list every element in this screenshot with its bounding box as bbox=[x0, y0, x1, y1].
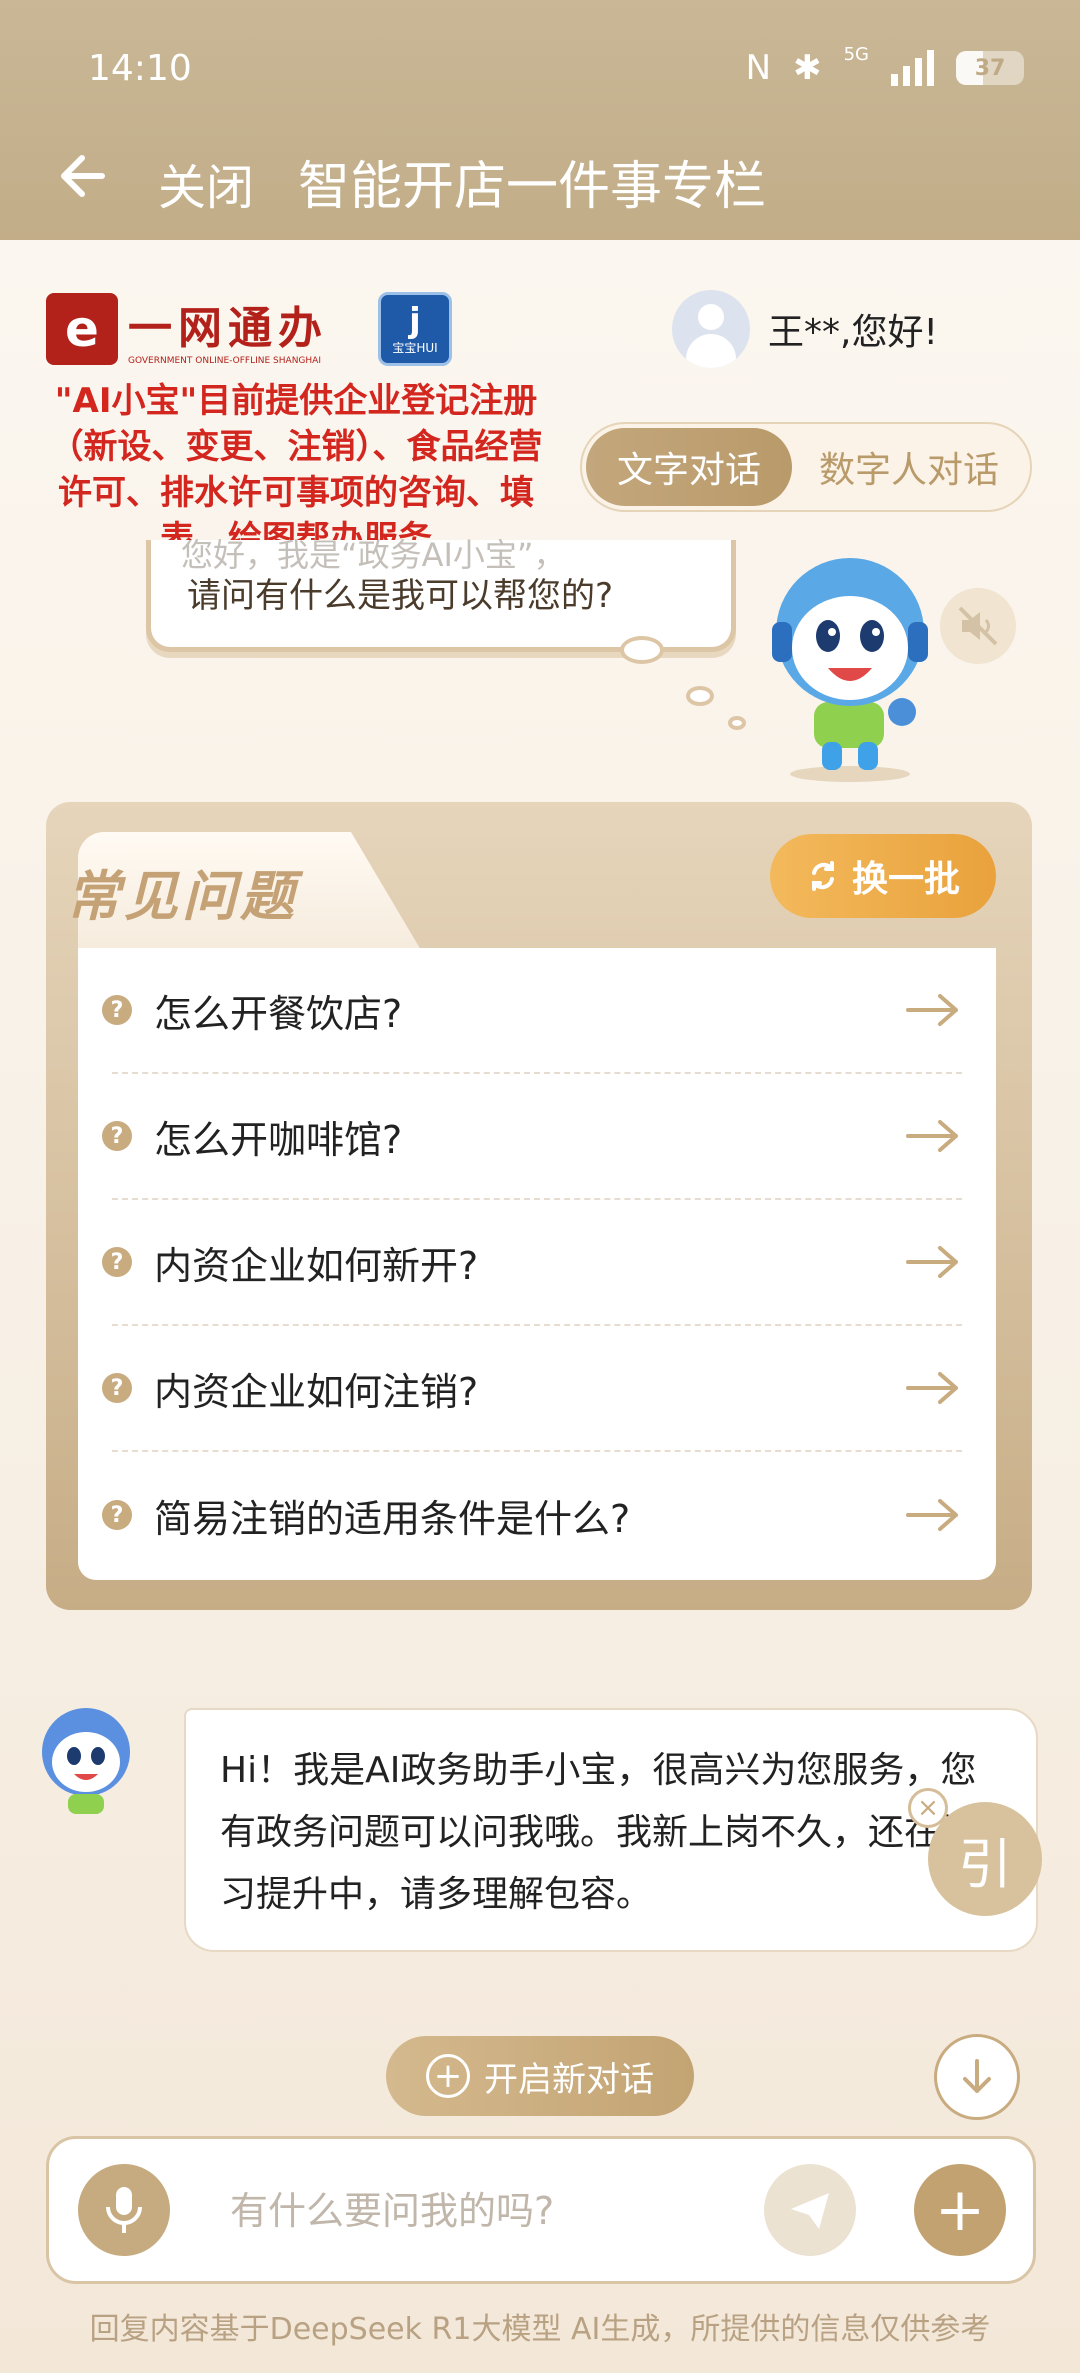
faq-title: 常见问题 bbox=[66, 865, 298, 928]
send-button[interactable] bbox=[764, 2164, 856, 2256]
battery-icon: 37 bbox=[956, 51, 1024, 85]
signal-icon bbox=[891, 50, 934, 86]
arrow-right-icon bbox=[906, 1120, 958, 1152]
network-type: 5G bbox=[843, 43, 869, 65]
faq-item-text: 简易注销的适用条件是什么? bbox=[154, 1496, 631, 1541]
faq-item[interactable]: ? 怎么开餐饮店? bbox=[102, 948, 962, 1074]
nav-bar: 关闭 智能开店一件事专栏 bbox=[0, 140, 1080, 220]
plus-circle-icon: + bbox=[426, 2054, 470, 2098]
arrow-right-icon bbox=[906, 1246, 958, 1278]
arrow-right-icon bbox=[906, 1499, 958, 1531]
send-icon bbox=[791, 2193, 829, 2229]
question-icon: ? bbox=[102, 1247, 132, 1277]
page-title: 智能开店一件事专栏 bbox=[298, 157, 767, 217]
mode-toggle: 文字对话 数字人对话 bbox=[580, 422, 1032, 512]
question-icon: ? bbox=[102, 1500, 132, 1530]
faq-item-text: 怎么开餐饮店? bbox=[154, 991, 403, 1036]
faq-item-text: 怎么开咖啡馆? bbox=[154, 1117, 403, 1162]
new-chat-button[interactable]: + 开启新对话 bbox=[386, 2036, 694, 2116]
back-arrow-icon[interactable] bbox=[56, 148, 112, 204]
faq-item[interactable]: ? 简易注销的适用条件是什么? bbox=[102, 1452, 962, 1578]
add-button[interactable]: + bbox=[914, 2164, 1006, 2256]
thought-dot bbox=[686, 686, 714, 706]
logo-row: e 一网通办 GOVERNMENT ONLINE-OFFLINE SHANGHA… bbox=[46, 292, 452, 366]
battery-level: 37 bbox=[974, 55, 1006, 81]
refresh-label: 换一批 bbox=[851, 859, 960, 900]
scroll-down-button[interactable] bbox=[934, 2034, 1020, 2120]
ywtb-logo-subtext: GOVERNMENT ONLINE-OFFLINE SHANGHAI bbox=[128, 356, 321, 366]
thought-dot bbox=[728, 716, 746, 730]
ywtb-logo: e 一网通办 GOVERNMENT ONLINE-OFFLINE SHANGHA… bbox=[46, 292, 328, 366]
digital-human-tab[interactable]: 数字人对话 bbox=[792, 428, 1026, 506]
arrow-right-icon bbox=[906, 1372, 958, 1404]
new-chat-label: 开启新对话 bbox=[484, 2059, 654, 2100]
ywtb-logo-text: 一网通办 bbox=[128, 303, 328, 354]
question-icon: ? bbox=[102, 1121, 132, 1151]
welcome-question: 请问有什么是我可以帮您的? bbox=[187, 576, 614, 616]
nfc-icon: N bbox=[745, 48, 772, 88]
microphone-button[interactable] bbox=[78, 2164, 170, 2256]
mute-speaker-icon[interactable] bbox=[940, 588, 1016, 664]
arrow-right-icon bbox=[906, 994, 958, 1026]
question-icon: ? bbox=[102, 1373, 132, 1403]
mascot-image bbox=[772, 558, 928, 782]
refresh-icon bbox=[811, 861, 834, 891]
status-icons: N ✱ 5G 37 bbox=[745, 44, 1024, 88]
question-input[interactable] bbox=[230, 2176, 730, 2246]
baohui-logo: j 宝宝HUI bbox=[378, 292, 452, 366]
text-chat-tab[interactable]: 文字对话 bbox=[586, 428, 792, 506]
question-icon: ? bbox=[102, 995, 132, 1025]
status-time: 14:10 bbox=[88, 48, 192, 89]
ywtb-logo-mark: e bbox=[46, 293, 118, 365]
refresh-batch-button[interactable]: 换一批 bbox=[770, 834, 996, 918]
bluetooth-icon: ✱ bbox=[793, 48, 822, 88]
header-bar: 14:10 N ✱ 5G 37 关闭 智能开店一件事专栏 bbox=[0, 0, 1080, 240]
user-info: 王**,您好! bbox=[672, 290, 938, 368]
ai-disclaimer: 回复内容基于DeepSeek R1大模型 AI生成，所提供的信息仅供参考 bbox=[89, 2312, 991, 2347]
faq-list: ? 怎么开餐饮店? ? 怎么开咖啡馆? ? 内资企业如何新开? ? 内资企业如何… bbox=[78, 948, 996, 1580]
reference-button[interactable]: 引 bbox=[928, 1802, 1042, 1916]
bot-avatar bbox=[42, 1708, 130, 1814]
thought-dot bbox=[620, 636, 664, 664]
welcome-bubble: 您好，我是“政务AI小宝”， 请问有什么是我可以帮您的? bbox=[146, 536, 736, 652]
faq-item[interactable]: ? 内资企业如何新开? bbox=[102, 1200, 962, 1326]
arrow-down-icon bbox=[963, 2059, 991, 2093]
avatar bbox=[672, 290, 750, 368]
close-button[interactable]: 关闭 bbox=[158, 148, 254, 218]
microphone-icon bbox=[106, 2187, 142, 2233]
user-greeting: 王**,您好! bbox=[768, 312, 938, 353]
faq-item[interactable]: ? 内资企业如何注销? bbox=[102, 1326, 962, 1452]
baohui-label: 宝宝HUI bbox=[392, 340, 438, 355]
faq-item-text: 内资企业如何新开? bbox=[154, 1243, 479, 1288]
app-screen: 14:10 N ✱ 5G 37 关闭 智能开店一件事专栏 e 一网通办 GOVE… bbox=[0, 0, 1080, 2373]
faq-item-text: 内资企业如何注销? bbox=[154, 1369, 479, 1414]
bot-message: Hi！我是AI政务助手小宝，很高兴为您服务，您有政务问题可以问我哦。我新上岗不久… bbox=[184, 1708, 1038, 1952]
faq-item[interactable]: ? 怎么开咖啡馆? bbox=[102, 1074, 962, 1200]
